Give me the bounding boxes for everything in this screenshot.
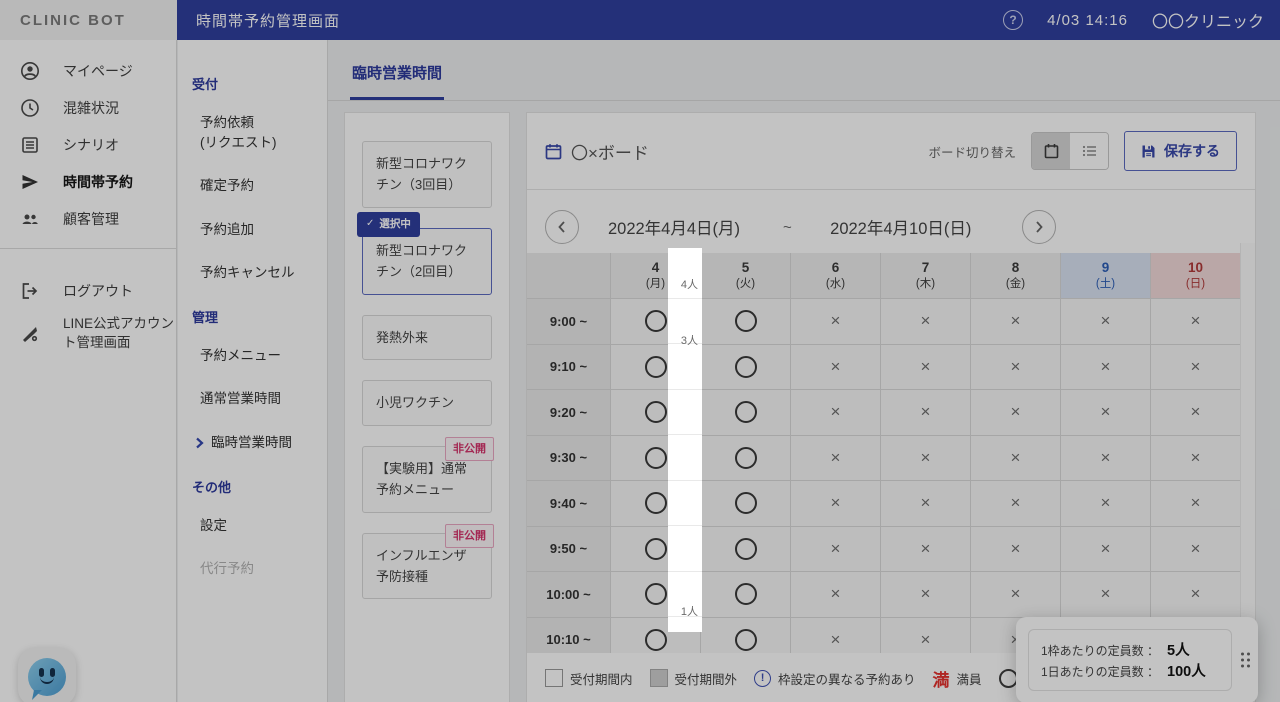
- dim-overlay: [0, 0, 1280, 702]
- capacity-label: 3人: [680, 335, 698, 347]
- spotlight-capacity-column: 4人 3人 1人: [668, 248, 702, 632]
- app-root: CLINIC BOT 時間帯予約管理画面 ? 4/03 14:16 〇〇クリニッ…: [0, 0, 1280, 702]
- capacity-label: 4人: [680, 279, 698, 291]
- capacity-label: 1人: [680, 606, 698, 618]
